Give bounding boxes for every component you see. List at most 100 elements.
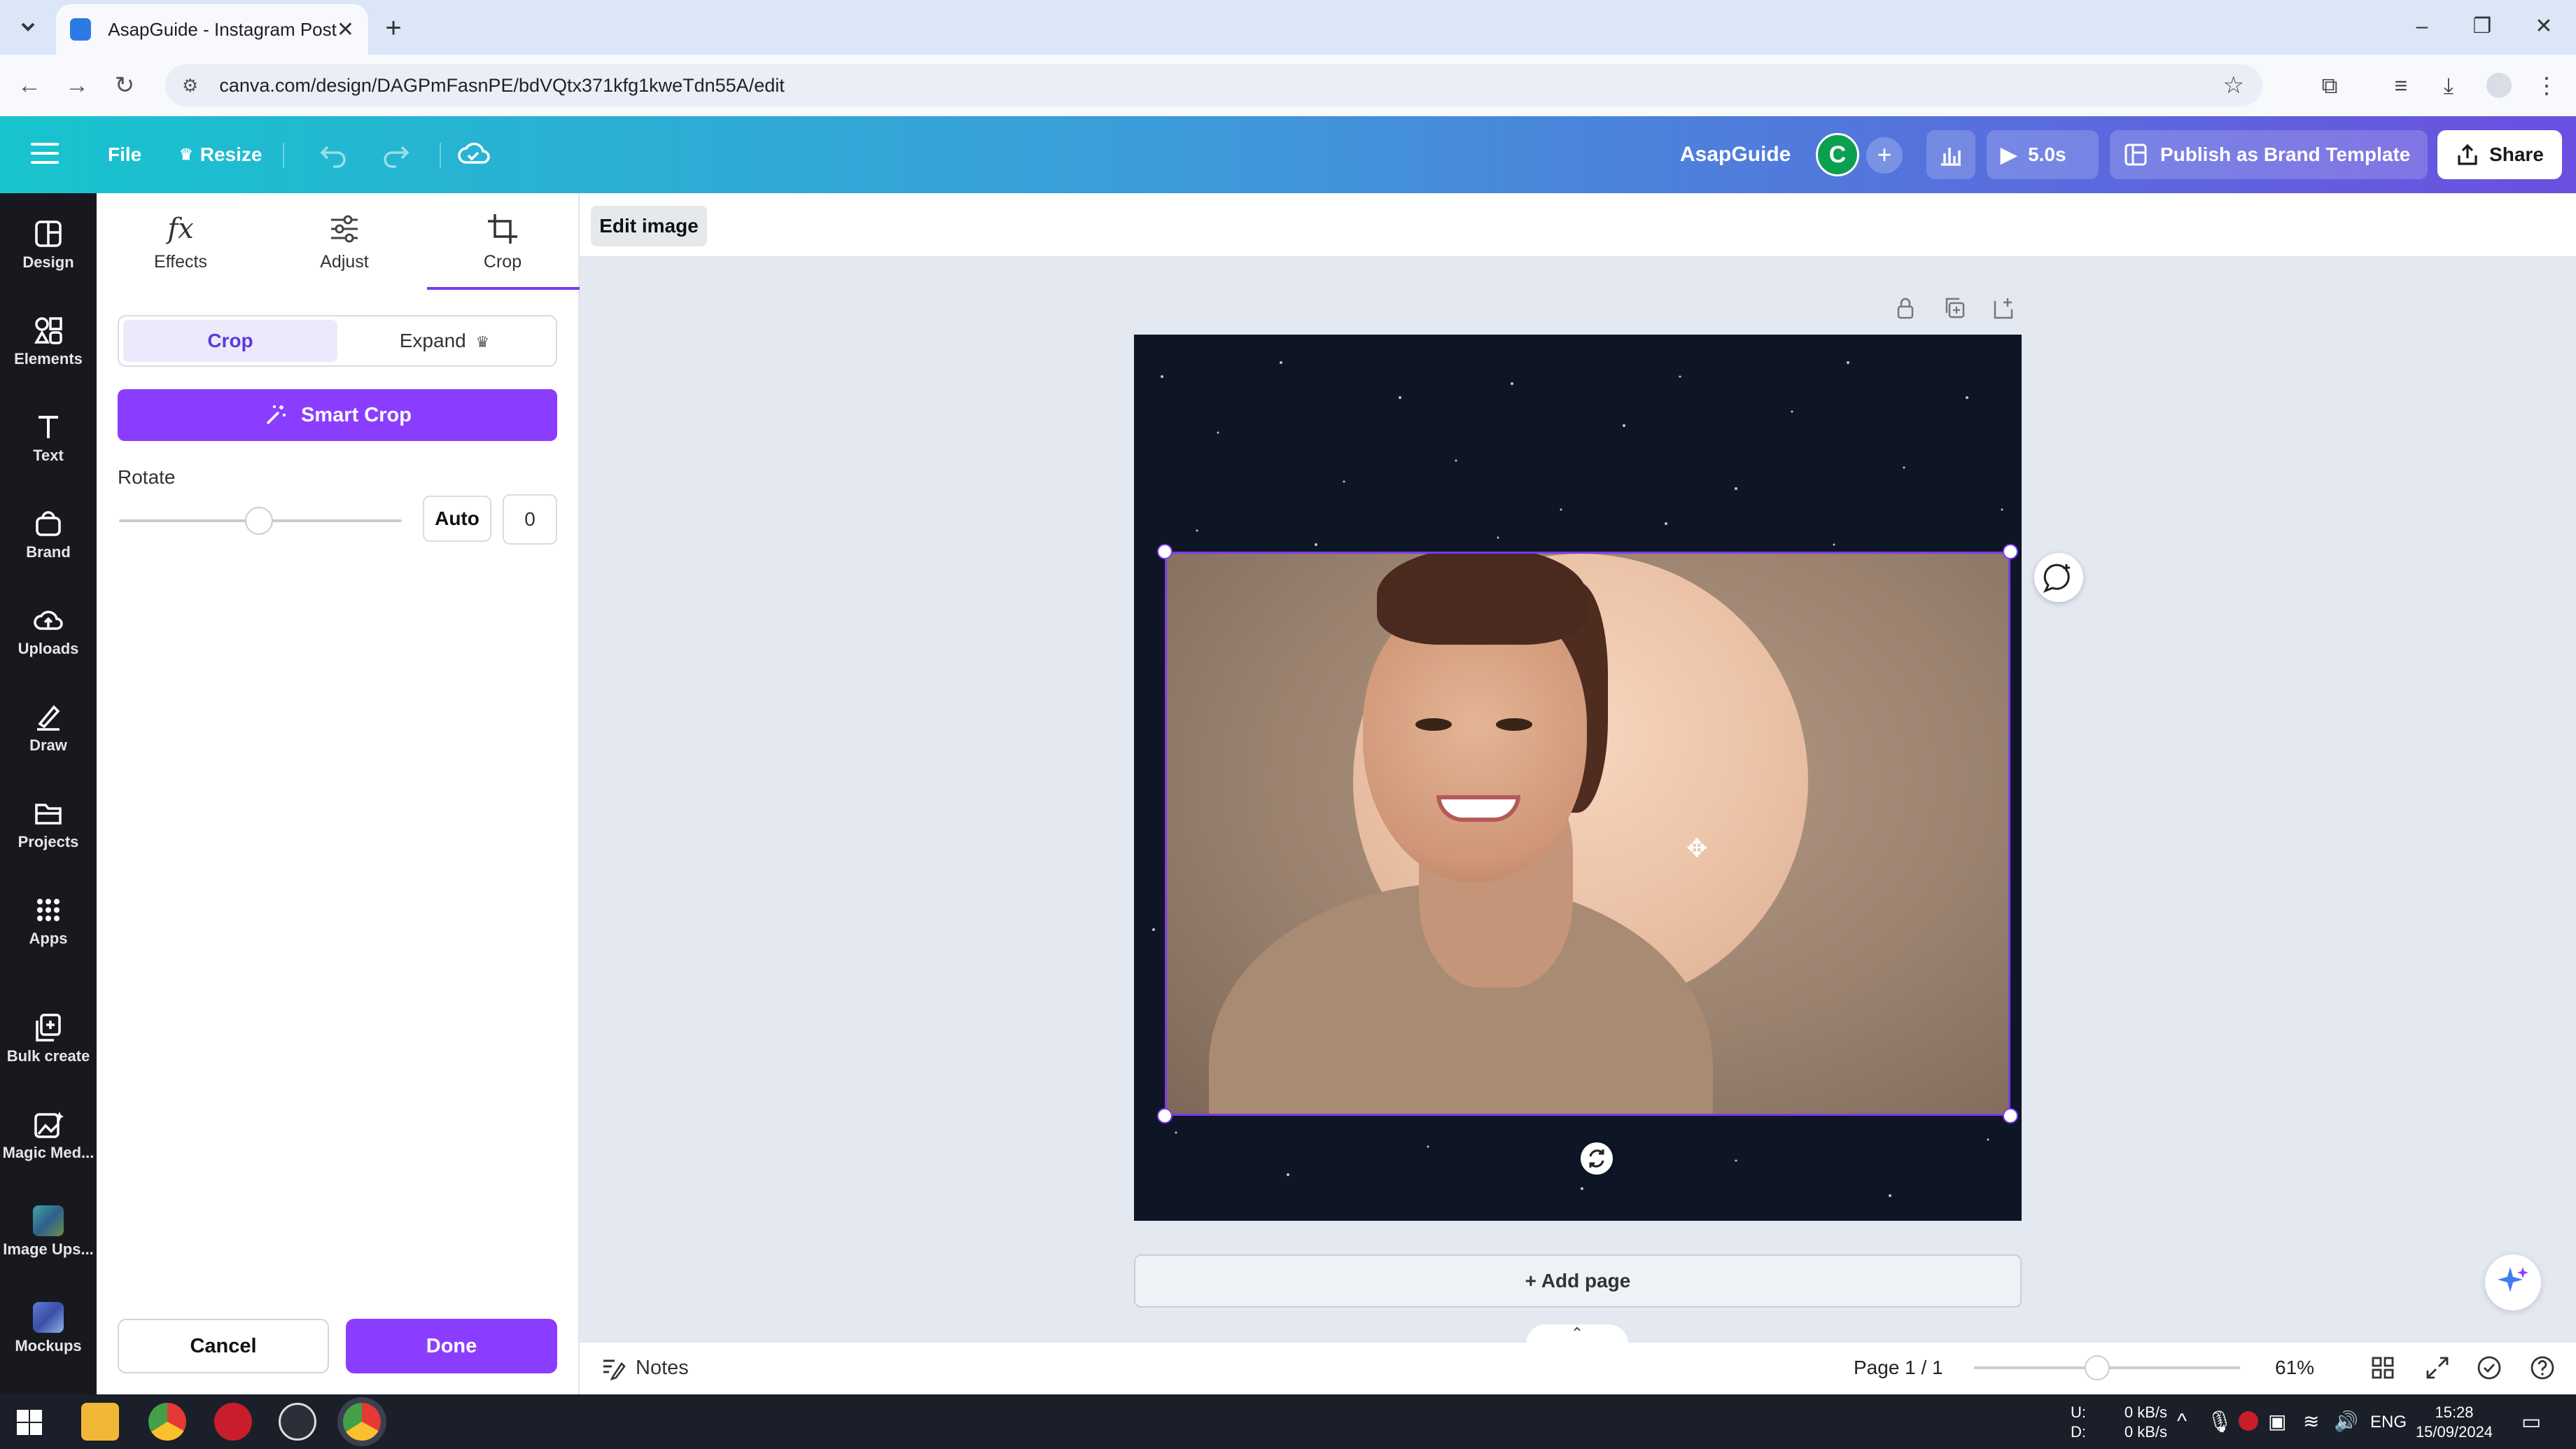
tab-close-icon[interactable]: ✕ — [337, 18, 354, 42]
hamburger-icon[interactable] — [31, 143, 59, 167]
extensions-icon[interactable]: ⧉ — [2313, 69, 2346, 102]
restore-icon[interactable]: ❐ — [2461, 10, 2503, 43]
share-button[interactable]: Share — [2437, 130, 2562, 179]
url-text: canva.com/design/DAGPmFasnPE/bdVQtx371kf… — [219, 74, 785, 96]
resize-handle-top-right[interactable] — [2003, 544, 2018, 559]
net-up-value: 0 kB/s — [2124, 1404, 2167, 1421]
notifications-icon[interactable]: ▭ — [2521, 1410, 2541, 1434]
rail-item-text[interactable]: Text — [0, 396, 97, 493]
site-info-icon[interactable]: ⚙ — [182, 75, 198, 97]
help-icon[interactable] — [2528, 1354, 2556, 1382]
forward-icon[interactable]: → — [60, 69, 94, 102]
browser-menu-icon[interactable]: ⋮ — [2530, 69, 2563, 102]
opera-tray-icon[interactable] — [2239, 1411, 2258, 1431]
invite-plus-icon[interactable]: + — [1866, 137, 1903, 174]
present-button[interactable]: ▶ 5.0s — [1987, 130, 2099, 179]
microphone-icon[interactable]: 🎙 — [2206, 1410, 2233, 1434]
tab-label: Crop — [483, 252, 522, 272]
auto-rotate-button[interactable]: Auto — [423, 496, 491, 542]
profile-avatar[interactable] — [2486, 73, 2512, 98]
duplicate-page-icon[interactable] — [1940, 294, 1968, 322]
resize-handle-bottom-left[interactable] — [1157, 1108, 1172, 1124]
rail-item-bulk-create[interactable]: Bulk create — [0, 997, 97, 1093]
bookmark-star-icon[interactable]: ☆ — [2223, 71, 2244, 99]
volume-icon[interactable]: 🔊 — [2334, 1410, 2358, 1433]
tab-adjust[interactable]: Adjust — [274, 211, 414, 272]
move-cursor-icon: ✥ — [1686, 834, 1708, 862]
rotate-slider-thumb[interactable] — [245, 507, 273, 535]
rail-item-draw[interactable]: Draw — [0, 686, 97, 783]
add-page-icon[interactable] — [1989, 294, 2017, 322]
zoom-slider-thumb[interactable] — [2085, 1355, 2110, 1380]
redo-icon[interactable] — [381, 140, 412, 168]
rail-item-mockups[interactable]: Mockups — [0, 1287, 97, 1383]
back-icon[interactable]: ← — [13, 69, 46, 102]
downloads-icon[interactable]: ⤓ — [2432, 69, 2465, 102]
team-name[interactable]: AsapGuide — [1680, 116, 1791, 193]
clock[interactable]: 15:28 15/09/2024 — [2412, 1403, 2496, 1442]
crop-segment[interactable]: Crop — [123, 320, 337, 362]
tray-app-icon[interactable]: ▣ — [2268, 1410, 2286, 1433]
media-queue-icon[interactable]: ≡ — [2384, 69, 2418, 102]
canva-assistant-button[interactable] — [2485, 1254, 2541, 1310]
comment-add-button[interactable] — [2034, 553, 2083, 602]
rail-item-brand[interactable]: Brand — [0, 493, 97, 589]
selected-image[interactable]: ✥ — [1165, 552, 2010, 1116]
add-page-button[interactable]: + Add page — [1134, 1254, 2022, 1308]
cancel-button[interactable]: Cancel — [118, 1319, 329, 1373]
browser-tab[interactable]: AsapGuide - Instagram Post ✕ — [56, 4, 368, 55]
language-indicator[interactable]: ENG — [2370, 1413, 2407, 1432]
wifi-icon[interactable]: ≋ — [2303, 1410, 2319, 1433]
tab-crop[interactable]: Crop — [433, 211, 573, 272]
rail-item-image-upscaler[interactable]: Image Ups... — [0, 1190, 97, 1287]
minimize-icon[interactable]: – — [2401, 10, 2443, 43]
grid-view-icon[interactable] — [2369, 1354, 2397, 1382]
tab-effects[interactable]: fx Effects — [111, 211, 251, 272]
rail-label: Bulk create — [6, 1047, 90, 1065]
page-indicator[interactable]: Page 1 / 1 — [1854, 1341, 1943, 1394]
expand-segment[interactable]: Expand ♛ — [337, 320, 552, 362]
rail-item-projects[interactable]: Projects — [0, 783, 97, 879]
obs-icon[interactable] — [279, 1403, 316, 1441]
rail-label: Draw — [29, 736, 67, 754]
rail-item-uploads[interactable]: Uploads — [0, 589, 97, 686]
windows-start-icon[interactable] — [15, 1408, 43, 1436]
url-bar[interactable]: ⚙ canva.com/design/DAGPmFasnPE/bdVQtx371… — [165, 64, 2262, 106]
reload-icon[interactable]: ↻ — [108, 69, 141, 102]
chrome-icon[interactable] — [148, 1403, 186, 1441]
cloud-saved-icon[interactable] — [456, 139, 490, 169]
lock-icon[interactable] — [1891, 294, 1919, 322]
rotate-handle[interactable] — [1581, 1142, 1613, 1175]
resize-handle-bottom-right[interactable] — [2003, 1108, 2018, 1124]
rail-label: Brand — [26, 543, 71, 561]
undo-icon[interactable] — [318, 140, 349, 168]
file-menu-button[interactable]: File — [108, 116, 141, 193]
opera-icon[interactable] — [214, 1403, 252, 1441]
chrome-active-icon[interactable] — [343, 1403, 381, 1441]
rail-item-design[interactable]: Design — [0, 203, 97, 300]
resize-handle-top-left[interactable] — [1157, 544, 1172, 559]
window-close-icon[interactable]: ✕ — [2523, 10, 2565, 43]
edit-image-button[interactable]: Edit image — [591, 206, 707, 246]
rotate-value-input[interactable]: 0 — [503, 494, 557, 545]
rail-item-apps[interactable]: Apps — [0, 879, 97, 976]
check-circle-icon[interactable] — [2475, 1354, 2503, 1382]
zoom-percentage[interactable]: 61% — [2275, 1341, 2314, 1394]
smart-crop-button[interactable]: Smart Crop — [118, 389, 557, 441]
notes-button[interactable]: Notes — [601, 1341, 689, 1394]
edit-image-panel — [97, 193, 580, 1394]
publish-brand-template-button[interactable]: Publish as Brand Template — [2110, 130, 2428, 179]
user-avatar[interactable]: C — [1816, 133, 1859, 176]
fullscreen-icon[interactable] — [2423, 1354, 2451, 1382]
tab-search-icon[interactable] — [14, 15, 42, 39]
tray-chevron-icon[interactable]: ^ — [2177, 1410, 2187, 1434]
rail-item-magic-media[interactable]: Magic Med... — [0, 1093, 97, 1190]
file-explorer-icon[interactable] — [81, 1403, 119, 1441]
share-label: Share — [2489, 144, 2544, 165]
insights-button[interactable] — [1926, 130, 1975, 179]
rail-item-elements[interactable]: Elements — [0, 300, 97, 396]
done-button[interactable]: Done — [346, 1319, 557, 1373]
resize-button[interactable]: ♛ Resize — [179, 116, 262, 193]
expand-pages-tab[interactable]: ⌃ — [1526, 1324, 1628, 1344]
new-tab-icon[interactable]: + — [378, 13, 409, 44]
